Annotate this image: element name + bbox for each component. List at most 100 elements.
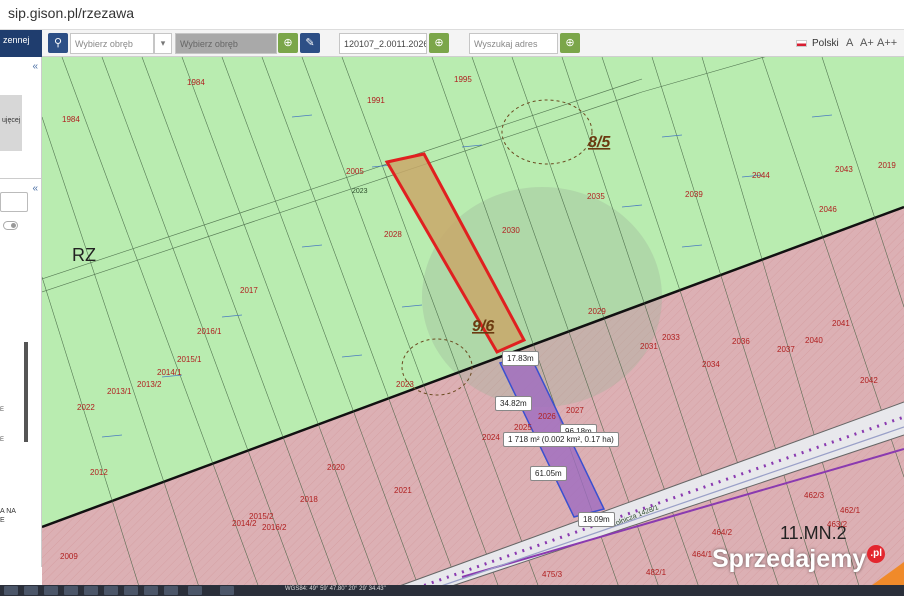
- address-search-input[interactable]: Wyszukaj adres: [469, 33, 558, 54]
- watermark-logo: Sprzedajemy .pl: [712, 545, 886, 574]
- parcel-label: 9/6: [472, 318, 494, 335]
- panel-toggle[interactable]: [3, 221, 18, 230]
- side-panel-toggle[interactable]: zennej: [0, 30, 42, 57]
- measurement-label: 18.09m: [578, 512, 615, 527]
- lot-number: 2016/1: [197, 327, 222, 336]
- lot-number: 2035: [587, 192, 605, 201]
- lot-number: 2036: [732, 337, 750, 346]
- font-size-small-button[interactable]: A: [846, 37, 853, 49]
- map-canvas[interactable]: RZ 11.MN.2 9/6 8/5 Rolnicza 1428/1 1984 …: [42, 57, 904, 596]
- map-tool-button[interactable]: [220, 586, 234, 595]
- map-tool-button[interactable]: [124, 586, 138, 595]
- lot-number: 2042: [860, 376, 878, 385]
- measurement-label: 61.05m: [530, 466, 567, 481]
- lot-number: 482/1: [646, 568, 667, 577]
- lot-number: 2013/2: [137, 380, 162, 389]
- map-bottom-toolbar: [0, 585, 904, 596]
- lot-number: 2030: [502, 226, 520, 235]
- search-go-icon[interactable]: ⊕: [278, 33, 298, 53]
- lot-number: 1984: [62, 115, 80, 124]
- lot-number: 2016/2: [262, 523, 287, 532]
- lot-number: 1984: [187, 78, 205, 87]
- collapse-panel-icon[interactable]: «: [32, 61, 38, 72]
- parcel-go-icon[interactable]: ⊕: [429, 33, 449, 53]
- measurement-label: 34.82m: [495, 396, 532, 411]
- lot-number: 2023: [396, 380, 414, 389]
- lot-number: 2040: [805, 336, 823, 345]
- lot-number: 2028: [384, 230, 402, 239]
- lot-number: 2026: [538, 412, 556, 421]
- browser-address-bar[interactable]: sip.gison.pl/rzezawa: [0, 0, 904, 30]
- polish-flag-icon: [796, 40, 807, 47]
- lot-number: 462/3: [804, 491, 825, 500]
- zone-label: RZ: [72, 245, 96, 265]
- lot-number: 2017: [240, 286, 258, 295]
- lot-number: 464/2: [712, 528, 733, 537]
- lot-number: 2005: [346, 167, 364, 176]
- panel-input[interactable]: [0, 192, 28, 212]
- measure-tool-icon[interactable]: ✎: [300, 33, 320, 53]
- panel-divider: [0, 178, 41, 179]
- lot-number: 2034: [702, 360, 720, 369]
- chevron-down-icon[interactable]: ▾: [154, 33, 172, 54]
- lot-number: 1995: [454, 75, 472, 84]
- lot-number: 462/1: [840, 506, 861, 515]
- language-selector[interactable]: Polski: [812, 38, 839, 49]
- map-toolbar: zennej ⚲ Wybierz obręb ▾ Wybierz obręb ⊕…: [0, 30, 904, 57]
- map-tool-button[interactable]: [104, 586, 118, 595]
- lot-number: 2014/1: [157, 368, 182, 377]
- lot-number: 2015/2: [249, 512, 274, 521]
- panel-note: A NA E: [0, 508, 16, 524]
- parcel-label: 8/5: [588, 134, 611, 151]
- panel-scrollbar[interactable]: [24, 342, 28, 442]
- parcel-search-icon[interactable]: ⚲: [48, 33, 68, 53]
- lot-number: 2033: [662, 333, 680, 342]
- map-tool-button[interactable]: [64, 586, 78, 595]
- lot-number: 2009: [60, 552, 78, 561]
- map-tool-button[interactable]: [4, 586, 18, 595]
- map-tool-button[interactable]: [24, 586, 38, 595]
- lot-number: 2025: [514, 423, 532, 432]
- map-svg[interactable]: RZ 11.MN.2 9/6 8/5 Rolnicza 1428/1 1984 …: [42, 57, 904, 596]
- measurement-label: 17.83m: [502, 351, 539, 366]
- browser-url[interactable]: sip.gison.pl/rzezawa: [8, 5, 134, 21]
- lot-number: 2046: [819, 205, 837, 214]
- lot-number: 2039: [685, 190, 703, 199]
- lot-number: 2020: [327, 463, 345, 472]
- font-size-medium-button[interactable]: A+: [860, 37, 874, 49]
- address-go-icon[interactable]: ⊕: [560, 33, 580, 53]
- lot-number: 2027: [566, 406, 584, 415]
- collapse-section-icon[interactable]: «: [32, 183, 38, 194]
- coordinate-readout: WGS84: 49° 59' 47.80" 20° 29' 34.43": [285, 586, 386, 592]
- panel-mark: E: [0, 407, 5, 413]
- lot-number: 2029: [588, 307, 606, 316]
- side-panel: « ujęcej « E E A NA E: [0, 57, 42, 567]
- lot-number: 2041: [832, 319, 850, 328]
- lot-number: 2024: [482, 433, 500, 442]
- font-size-large-button[interactable]: A++: [877, 37, 897, 49]
- parcel-id-input[interactable]: 120107_2.0011.2026 Rz: [339, 33, 427, 54]
- map-tool-button[interactable]: [188, 586, 202, 595]
- lot-number: 2012: [90, 468, 108, 477]
- map-tool-button[interactable]: [84, 586, 98, 595]
- lot-number: 2015/1: [177, 355, 202, 364]
- lot-number: 2018: [300, 495, 318, 504]
- lot-number: 2037: [777, 345, 795, 354]
- lot-number: 463/2: [827, 520, 848, 529]
- lot-number: 2019: [878, 161, 896, 170]
- lot-number: 1991: [367, 96, 385, 105]
- map-tool-button[interactable]: [144, 586, 158, 595]
- lot-number: 2021: [394, 486, 412, 495]
- map-tool-button[interactable]: [44, 586, 58, 595]
- panel-button[interactable]: ujęcej: [0, 95, 22, 151]
- lot-number: 2044: [752, 171, 770, 180]
- lot-number: 2031: [640, 342, 658, 351]
- panel-mark: E: [0, 437, 5, 443]
- lot-number: 2022: [77, 403, 95, 412]
- lot-number: 475/3: [542, 570, 563, 579]
- lot-number: 2013/1: [107, 387, 132, 396]
- obreb-select[interactable]: Wybierz obręb: [70, 33, 154, 54]
- obreb-select-disabled[interactable]: Wybierz obręb: [175, 33, 277, 54]
- lot-number: 2023: [352, 188, 368, 195]
- map-tool-button[interactable]: [164, 586, 178, 595]
